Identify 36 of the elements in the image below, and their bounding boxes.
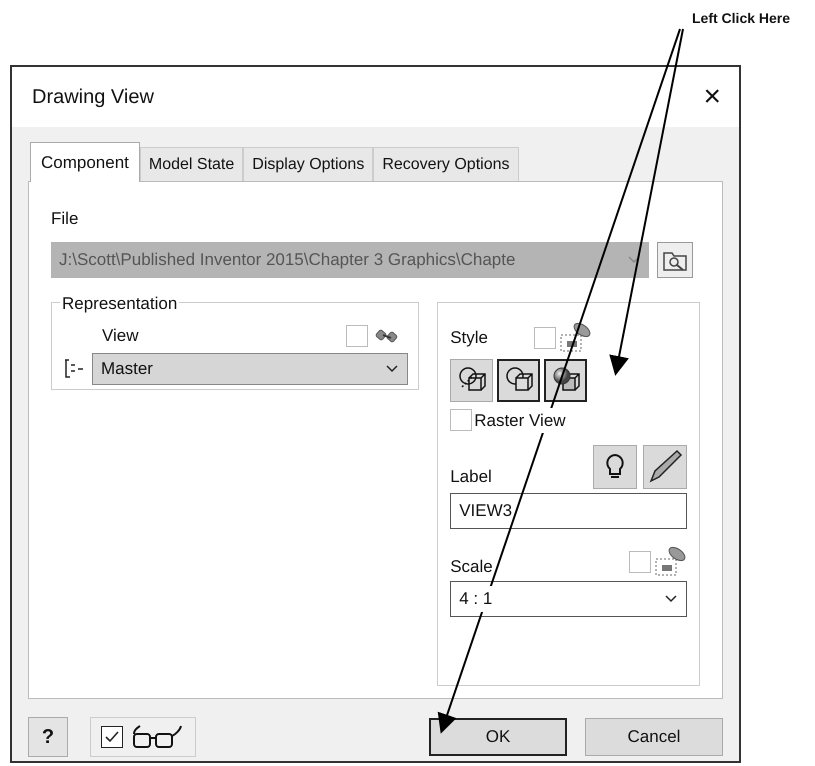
checkbox[interactable] [534, 326, 556, 348]
dialog-button[interactable]: OK [429, 718, 567, 756]
tab[interactable]: Component [30, 142, 140, 182]
label-field[interactable]: VIEW3 [450, 493, 687, 529]
glasses-icon [131, 724, 185, 750]
check-icon [104, 729, 120, 745]
pencil-icon [647, 449, 683, 485]
annotation-text: Left Click Here [692, 9, 790, 28]
style-button[interactable] [497, 358, 540, 402]
field-label: File [51, 208, 80, 230]
chevron-down-icon [385, 364, 400, 374]
light-bulb-icon [605, 453, 625, 481]
field-label: View [102, 324, 139, 347]
scale-dropdown[interactable]: 4 : 1 [450, 581, 687, 617]
help-button[interactable]: ? [28, 717, 68, 757]
preview-toggle[interactable] [90, 717, 196, 757]
field-label: Scale [450, 556, 493, 578]
dialog-button[interactable]: Cancel [585, 718, 723, 756]
checkbox[interactable] [629, 551, 651, 573]
field-label: Style [450, 326, 488, 349]
browse-button[interactable] [657, 242, 693, 278]
tree-structure-icon [62, 356, 86, 380]
bulb-button[interactable] [593, 445, 637, 489]
tab[interactable]: Model State [140, 147, 244, 181]
edit-button[interactable] [643, 445, 687, 489]
close-button[interactable]: × [703, 82, 721, 112]
checkbox[interactable] [101, 726, 123, 748]
tab[interactable]: Display Options [243, 147, 374, 181]
window-title: Drawing View [32, 85, 154, 110]
checkbox[interactable] [450, 409, 472, 432]
style-button[interactable] [544, 358, 588, 402]
tab[interactable]: Recovery Options [373, 147, 518, 181]
chevron-down-icon [664, 594, 678, 604]
field-label: Label [450, 466, 492, 488]
style-button[interactable] [450, 358, 494, 402]
checkbox-label: Raster View [474, 408, 566, 433]
